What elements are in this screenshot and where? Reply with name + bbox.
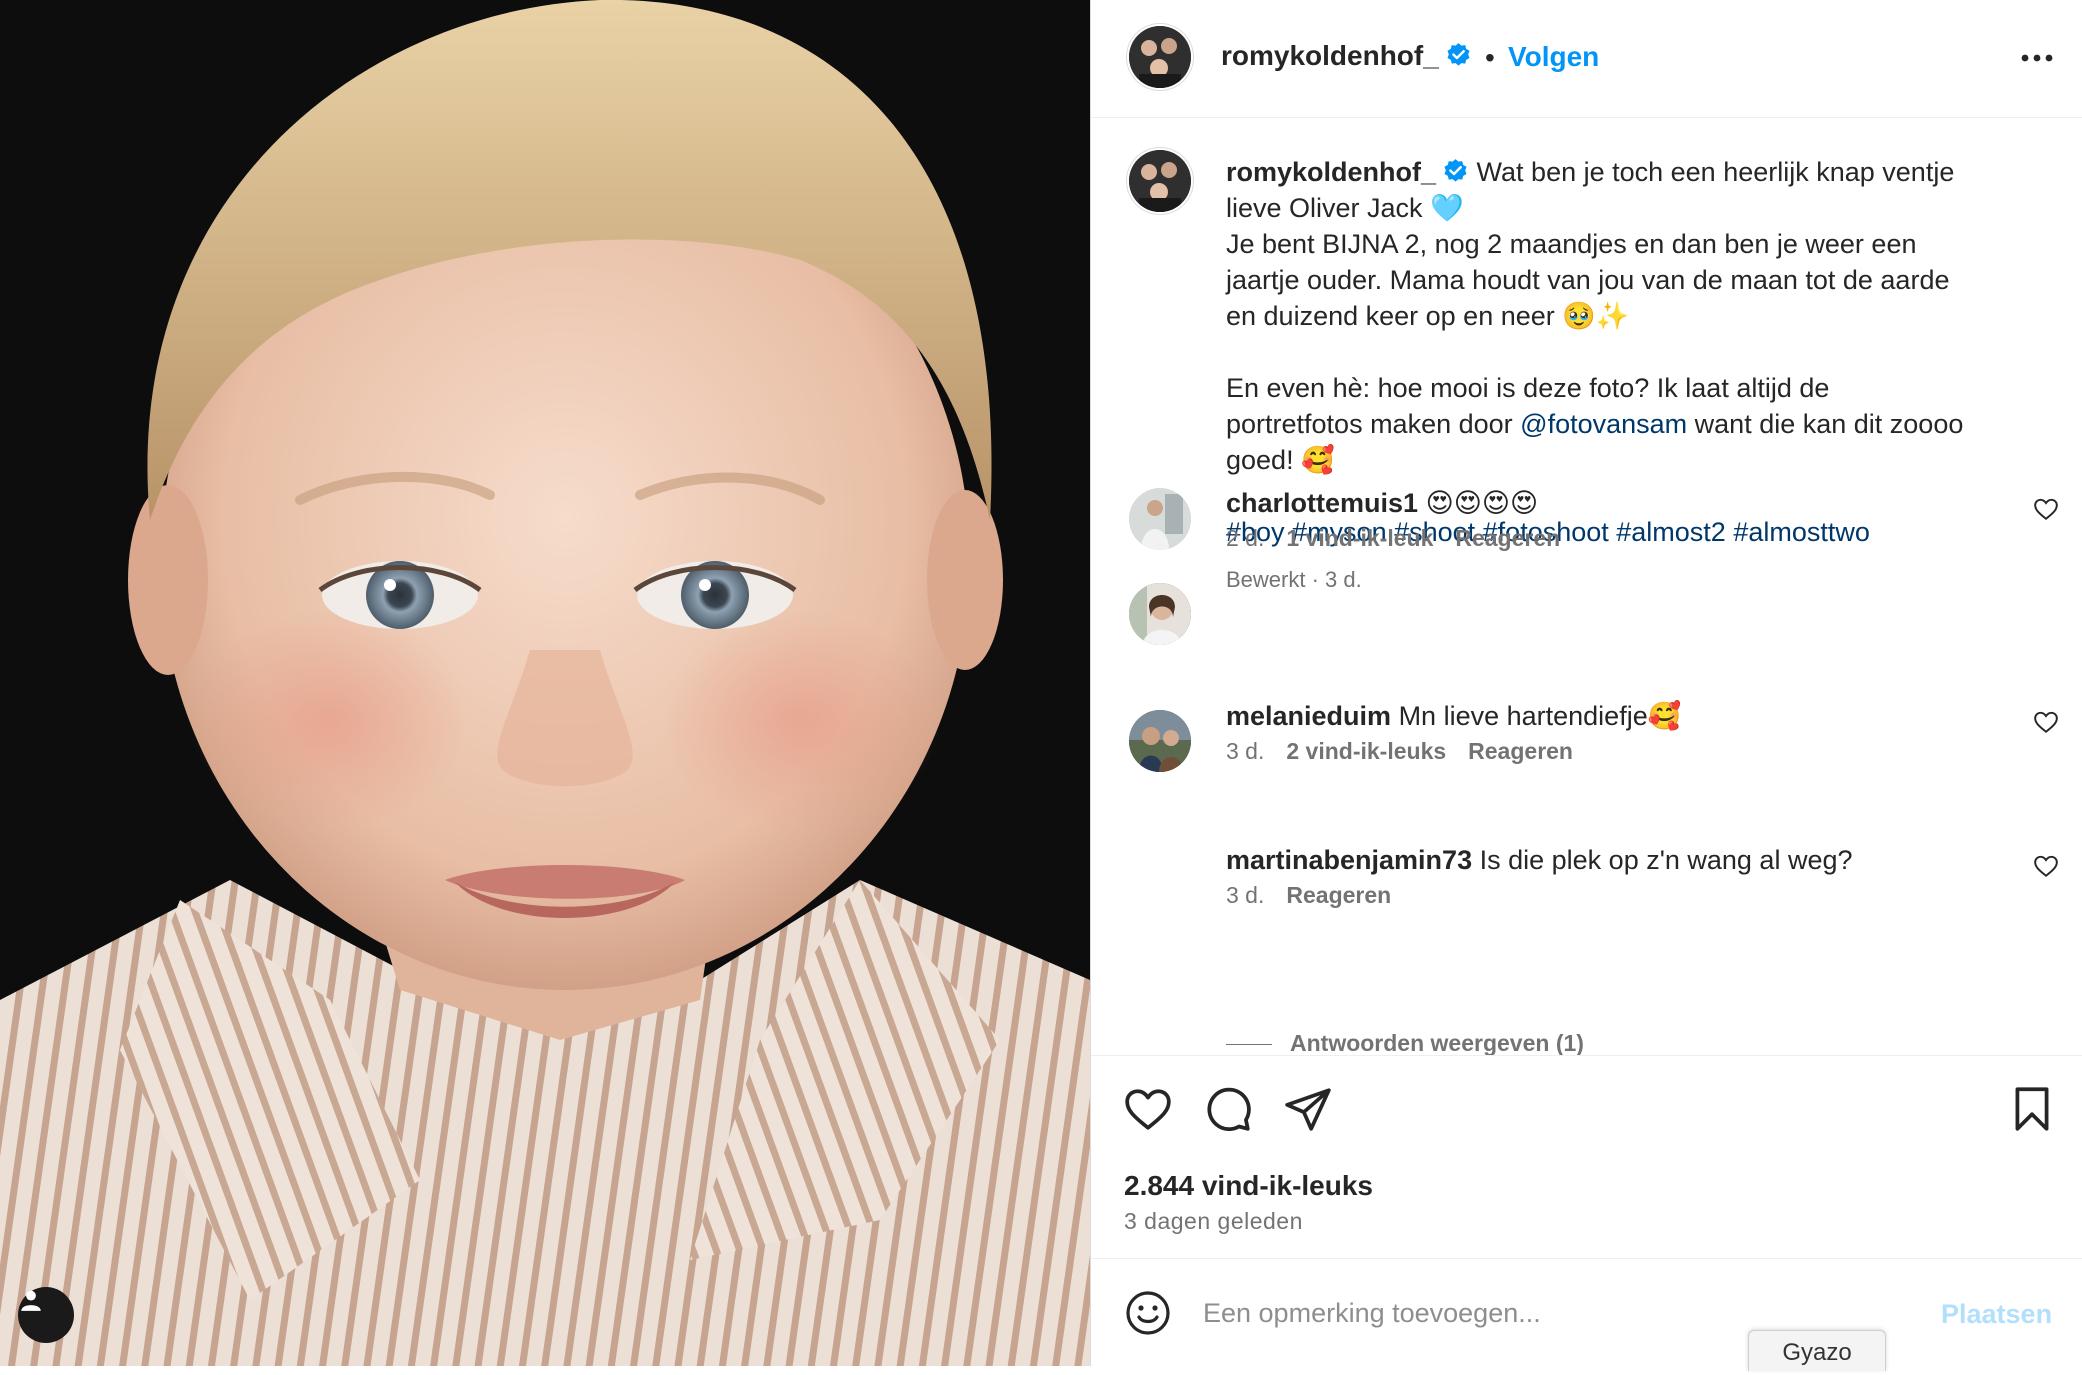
gyazo-overlay-tab[interactable]: Gyazo — [1748, 1330, 1886, 1371]
caption-meta: Bewerkt · 3 d. — [1226, 567, 1362, 592]
replies-divider — [1226, 1044, 1272, 1046]
caption-line: portretfotos maken door — [1226, 409, 1513, 439]
caption-line: Wat ben je toch een heerlijk knap ventje — [1476, 157, 1955, 187]
add-comment-bar: Plaatsen — [1091, 1258, 2082, 1366]
heart-icon[interactable] — [2033, 496, 2059, 522]
caption-line: jaartje ouder. Mama houdt van jou van de… — [1226, 265, 1950, 295]
post-photo[interactable] — [0, 0, 1090, 1366]
comment-username[interactable]: melanieduim — [1226, 701, 1391, 731]
caption-username[interactable]: romykoldenhof_ — [1226, 157, 1436, 187]
user-photo-icon — [1129, 583, 1191, 645]
comment-icon[interactable] — [1203, 1084, 1253, 1134]
comment-meta: 2 d. 1 vind-ik-leuk Reageren — [1226, 525, 1582, 552]
comment-text: melanieduim Mn lieve hartendiefje🥰 — [1226, 698, 1681, 734]
author-username[interactable]: romykoldenhof_ — [1221, 40, 1472, 72]
reply-button[interactable]: Reageren — [1286, 882, 1391, 908]
heart-icon[interactable] — [1123, 1084, 1173, 1134]
comment-time: 3 d. — [1226, 738, 1265, 764]
caption-line: lieve Oliver Jack 🩵 — [1226, 193, 1464, 223]
toddler-portrait-image — [0, 0, 1090, 1366]
mention-link[interactable]: @fotovansam — [1520, 409, 1687, 439]
comment-avatar[interactable] — [1129, 710, 1191, 772]
comments-scroll-area[interactable]: romykoldenhof_ Wat ben je toch een heerl… — [1091, 118, 2082, 1055]
comment-body: 😍😍😍😍 — [1425, 488, 1539, 518]
caption-line: want die kan dit zoooo — [1694, 409, 1964, 439]
post-header: romykoldenhof_ • Volgen — [1091, 0, 2082, 118]
show-replies-button[interactable]: Antwoorden weergeven (1) — [1226, 1030, 1584, 1055]
comment-text: charlottemuis1 😍😍😍😍 — [1226, 485, 1538, 521]
comment-avatar[interactable] — [1129, 583, 1191, 645]
comment-text: martinabenjamin73 Is die plek op z'n wan… — [1226, 842, 1853, 878]
caption-line: Je bent BIJNA 2, nog 2 maandjes en dan b… — [1226, 229, 1917, 259]
likes-count[interactable]: 2.844 vind-ik-leuks — [1124, 1170, 1373, 1202]
reply-button[interactable]: Reageren — [1455, 525, 1560, 551]
header-separator: • — [1485, 42, 1495, 73]
comment-body: Is die plek op z'n wang al weg? — [1479, 845, 1853, 875]
comment-username[interactable]: charlottemuis1 — [1226, 488, 1418, 518]
caption-line: goed! 🥰 — [1226, 445, 1335, 475]
tagged-people-button[interactable] — [18, 1287, 74, 1343]
more-options-icon[interactable] — [2017, 40, 2057, 76]
comment-username[interactable]: martinabenjamin73 — [1226, 845, 1472, 875]
show-replies-label[interactable]: Antwoorden weergeven (1) — [1290, 1030, 1584, 1055]
emoji-icon[interactable] — [1124, 1289, 1172, 1337]
caption-line: En even hè: hoe mooi is deze foto? Ik la… — [1226, 373, 1830, 403]
reply-button[interactable]: Reageren — [1468, 738, 1573, 764]
follow-button[interactable]: Volgen — [1508, 41, 1599, 73]
heart-icon[interactable] — [2033, 709, 2059, 735]
comment-likes[interactable]: 2 vind-ik-leuks — [1286, 738, 1446, 764]
author-avatar[interactable] — [1129, 26, 1191, 88]
verified-badge-icon — [1447, 43, 1470, 66]
comment-time: 2 d. — [1226, 525, 1265, 551]
bookmark-icon[interactable] — [2007, 1084, 2057, 1134]
caption-line: en duizend keer op en neer 🥹✨ — [1226, 301, 1630, 331]
user-photo-icon — [1129, 488, 1191, 550]
heart-icon[interactable] — [2033, 853, 2059, 879]
family-photo-icon — [1129, 150, 1191, 212]
comment-body: Mn lieve hartendiefje🥰 — [1398, 701, 1682, 731]
post-side-panel: romykoldenhof_ • Volgen romykoldenhof_ W… — [1090, 0, 2082, 1366]
user-photo-icon — [1129, 710, 1191, 772]
comment-avatar[interactable] — [1129, 488, 1191, 550]
comment-meta: 3 d. Reageren — [1226, 882, 1413, 909]
family-photo-icon — [1129, 26, 1191, 88]
post-date: 3 dagen geleden — [1124, 1208, 1303, 1234]
verified-badge-icon — [1444, 159, 1467, 182]
comment-meta: 3 d. 2 vind-ik-leuks Reageren — [1226, 738, 1595, 765]
person-tag-icon — [21, 1290, 41, 1311]
comment-time: 3 d. — [1226, 882, 1265, 908]
post-actions: 2.844 vind-ik-leuks 3 dagen geleden — [1091, 1055, 2082, 1258]
post-comment-button[interactable]: Plaatsen — [1941, 1299, 2052, 1330]
comment-likes[interactable]: 1 vind-ik-leuk — [1286, 525, 1433, 551]
caption-author-avatar[interactable] — [1129, 150, 1191, 212]
share-icon[interactable] — [1283, 1084, 1333, 1134]
